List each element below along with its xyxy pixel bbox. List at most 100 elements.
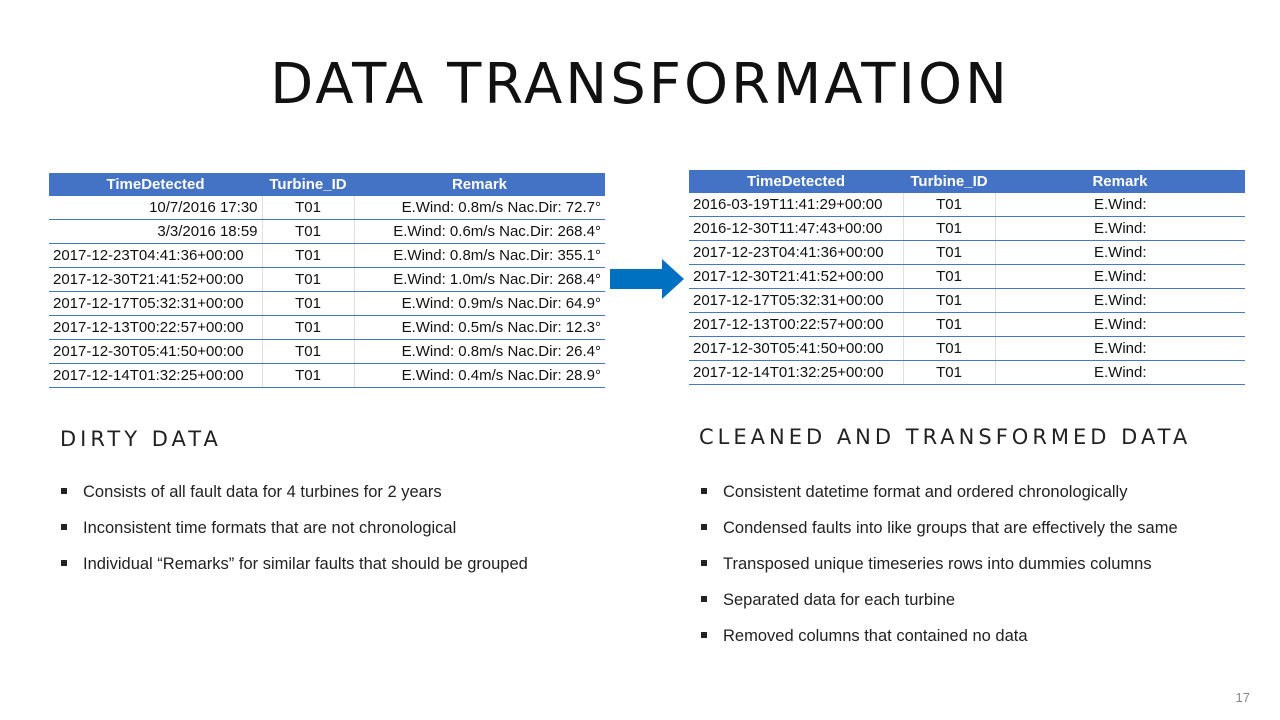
square-bullet-icon: [61, 524, 67, 530]
cell-remark: E.Wind:: [994, 240, 1245, 265]
list-item: Removed columns that contained no data: [700, 626, 1178, 662]
slide-title: DATA TRANSFORMATION: [270, 52, 1010, 117]
page-number: 17: [1235, 690, 1250, 705]
table-row: 2017-12-14T01:32:25+00:00 T01 E.Wind: 0.4m…: [49, 363, 605, 388]
table-row: 2017-12-23T04:41:36+00:00 T01 E.Wind: 0.8m…: [49, 243, 605, 268]
cell-turbine-id: T01: [261, 219, 354, 244]
dirty-data-table: TimeDetected Turbine_ID Remark 10/7/2016…: [49, 173, 605, 388]
bullet-text: Consists of all fault data for 4 turbine…: [83, 483, 442, 501]
cell-time-detected: 2017-12-23T04:41:36+00:00: [689, 240, 903, 265]
table-row: 2017-12-30T05:41:50+00:00 T01 E.Wind: 0.8m…: [49, 339, 605, 364]
table-row: 2017-12-30T05:41:50+00:00 T01 E.Wind:: [689, 336, 1245, 361]
list-item: Transposed unique timeseries rows into d…: [700, 554, 1178, 590]
cell-turbine-id: T01: [261, 315, 354, 340]
square-bullet-icon: [61, 488, 67, 494]
table-row: 2017-12-14T01:32:25+00:00 T01 E.Wind:: [689, 360, 1245, 385]
table-row: 2017-12-17T05:32:31+00:00 T01 E.Wind: 0.9m…: [49, 291, 605, 316]
table-header-row: TimeDetected Turbine_ID Remark: [49, 173, 605, 196]
cell-turbine-id: T01: [261, 291, 354, 316]
square-bullet-icon: [701, 488, 707, 494]
dirty-data-bullet-list: Consists of all fault data for 4 turbine…: [60, 482, 528, 590]
cell-remark: E.Wind: 0.5m/s Nac.Dir: 12.3°: [353, 315, 605, 340]
cell-time-detected: 2017-12-13T00:22:57+00:00: [689, 312, 903, 337]
list-item: Consists of all fault data for 4 turbine…: [60, 482, 528, 518]
table-row: 2017-12-30T21:41:52+00:00 T01 E.Wind: 1.0m…: [49, 267, 605, 292]
cell-time-detected: 2017-12-30T05:41:50+00:00: [689, 336, 903, 361]
cell-turbine-id: T01: [902, 312, 995, 337]
cell-remark: E.Wind:: [994, 360, 1245, 385]
cell-remark: E.Wind: 1.0m/s Nac.Dir: 268.4°: [353, 267, 605, 292]
cell-remark: E.Wind: 0.8m/s Nac.Dir: 72.7°: [353, 196, 605, 220]
cell-time-detected: 10/7/2016 17:30: [49, 196, 262, 220]
list-item: Individual “Remarks” for similar faults …: [60, 554, 528, 590]
cell-time-detected: 2017-12-13T00:22:57+00:00: [49, 315, 262, 340]
cell-turbine-id: T01: [902, 336, 995, 361]
cell-turbine-id: T01: [261, 196, 354, 220]
table-row: 2017-12-17T05:32:31+00:00 T01 E.Wind:: [689, 288, 1245, 313]
cell-remark: E.Wind:: [994, 193, 1245, 217]
cell-remark: E.Wind:: [994, 336, 1245, 361]
square-bullet-icon: [701, 524, 707, 530]
right-arrow-icon: [610, 259, 684, 299]
table-row: 10/7/2016 17:30 T01 E.Wind: 0.8m/s Nac.Dir…: [49, 196, 605, 220]
cell-time-detected: 3/3/2016 18:59: [49, 219, 262, 244]
cell-turbine-id: T01: [902, 288, 995, 313]
cell-turbine-id: T01: [261, 363, 354, 388]
cell-remark: E.Wind: 0.8m/s Nac.Dir: 26.4°: [353, 339, 605, 364]
column-header-turbine-id: Turbine_ID: [262, 173, 354, 196]
cell-time-detected: 2017-12-17T05:32:31+00:00: [49, 291, 262, 316]
column-header-time-detected: TimeDetected: [49, 173, 262, 196]
column-header-remark: Remark: [995, 170, 1245, 193]
square-bullet-icon: [701, 632, 707, 638]
clean-data-bullet-list: Consistent datetime format and ordered c…: [700, 482, 1178, 662]
cell-turbine-id: T01: [261, 339, 354, 364]
column-header-remark: Remark: [354, 173, 605, 196]
cell-turbine-id: T01: [902, 360, 995, 385]
cell-time-detected: 2017-12-30T05:41:50+00:00: [49, 339, 262, 364]
table-row: 2017-12-30T21:41:52+00:00 T01 E.Wind:: [689, 264, 1245, 289]
bullet-text: Transposed unique timeseries rows into d…: [723, 555, 1152, 573]
bullet-text: Condensed faults into like groups that a…: [723, 519, 1178, 537]
table-row: 3/3/2016 18:59 T01 E.Wind: 0.6m/s Nac.Dir:…: [49, 219, 605, 244]
cell-time-detected: 2017-12-14T01:32:25+00:00: [49, 363, 262, 388]
cell-time-detected: 2016-03-19T11:41:29+00:00: [689, 193, 903, 217]
square-bullet-icon: [701, 560, 707, 566]
bullet-text: Removed columns that contained no data: [723, 627, 1028, 645]
cell-remark: E.Wind:: [994, 312, 1245, 337]
cell-remark: E.Wind: 0.6m/s Nac.Dir: 268.4°: [353, 219, 605, 244]
cell-remark: E.Wind:: [994, 216, 1245, 241]
bullet-text: Consistent datetime format and ordered c…: [723, 483, 1128, 501]
column-header-time-detected: TimeDetected: [689, 170, 903, 193]
table-row: 2016-12-30T11:47:43+00:00 T01 E.Wind:: [689, 216, 1245, 241]
table-header-row: TimeDetected Turbine_ID Remark: [689, 170, 1245, 193]
cell-turbine-id: T01: [902, 264, 995, 289]
table-row: 2016-03-19T11:41:29+00:00 T01 E.Wind:: [689, 193, 1245, 217]
cell-remark: E.Wind: 0.4m/s Nac.Dir: 28.9°: [353, 363, 605, 388]
list-item: Condensed faults into like groups that a…: [700, 518, 1178, 554]
list-item: Inconsistent time formats that are not c…: [60, 518, 528, 554]
cell-time-detected: 2016-12-30T11:47:43+00:00: [689, 216, 903, 241]
dirty-table-body: 10/7/2016 17:30 T01 E.Wind: 0.8m/s Nac.Dir…: [49, 196, 605, 388]
clean-data-table: TimeDetected Turbine_ID Remark 2016-03-1…: [689, 170, 1245, 385]
cell-turbine-id: T01: [902, 216, 995, 241]
cell-turbine-id: T01: [261, 243, 354, 268]
bullet-text: Individual “Remarks” for similar faults …: [83, 555, 528, 573]
cell-remark: E.Wind: 0.8m/s Nac.Dir: 355.1°: [353, 243, 605, 268]
cell-time-detected: 2017-12-30T21:41:52+00:00: [49, 267, 262, 292]
square-bullet-icon: [701, 596, 707, 602]
table-row: 2017-12-13T00:22:57+00:00 T01 E.Wind: 0.5m…: [49, 315, 605, 340]
cell-remark: E.Wind:: [994, 264, 1245, 289]
square-bullet-icon: [61, 560, 67, 566]
cell-turbine-id: T01: [902, 193, 995, 217]
cell-remark: E.Wind: 0.9m/s Nac.Dir: 64.9°: [353, 291, 605, 316]
cell-turbine-id: T01: [261, 267, 354, 292]
table-row: 2017-12-23T04:41:36+00:00 T01 E.Wind:: [689, 240, 1245, 265]
cell-time-detected: 2017-12-30T21:41:52+00:00: [689, 264, 903, 289]
cell-time-detected: 2017-12-17T05:32:31+00:00: [689, 288, 903, 313]
cell-time-detected: 2017-12-14T01:32:25+00:00: [689, 360, 903, 385]
clean-data-heading: CLEANED AND TRANSFORMED DATA: [699, 425, 1192, 449]
column-header-turbine-id: Turbine_ID: [903, 170, 995, 193]
bullet-text: Separated data for each turbine: [723, 591, 956, 609]
dirty-data-heading: DIRTY DATA: [60, 427, 222, 451]
cell-time-detected: 2017-12-23T04:41:36+00:00: [49, 243, 262, 268]
